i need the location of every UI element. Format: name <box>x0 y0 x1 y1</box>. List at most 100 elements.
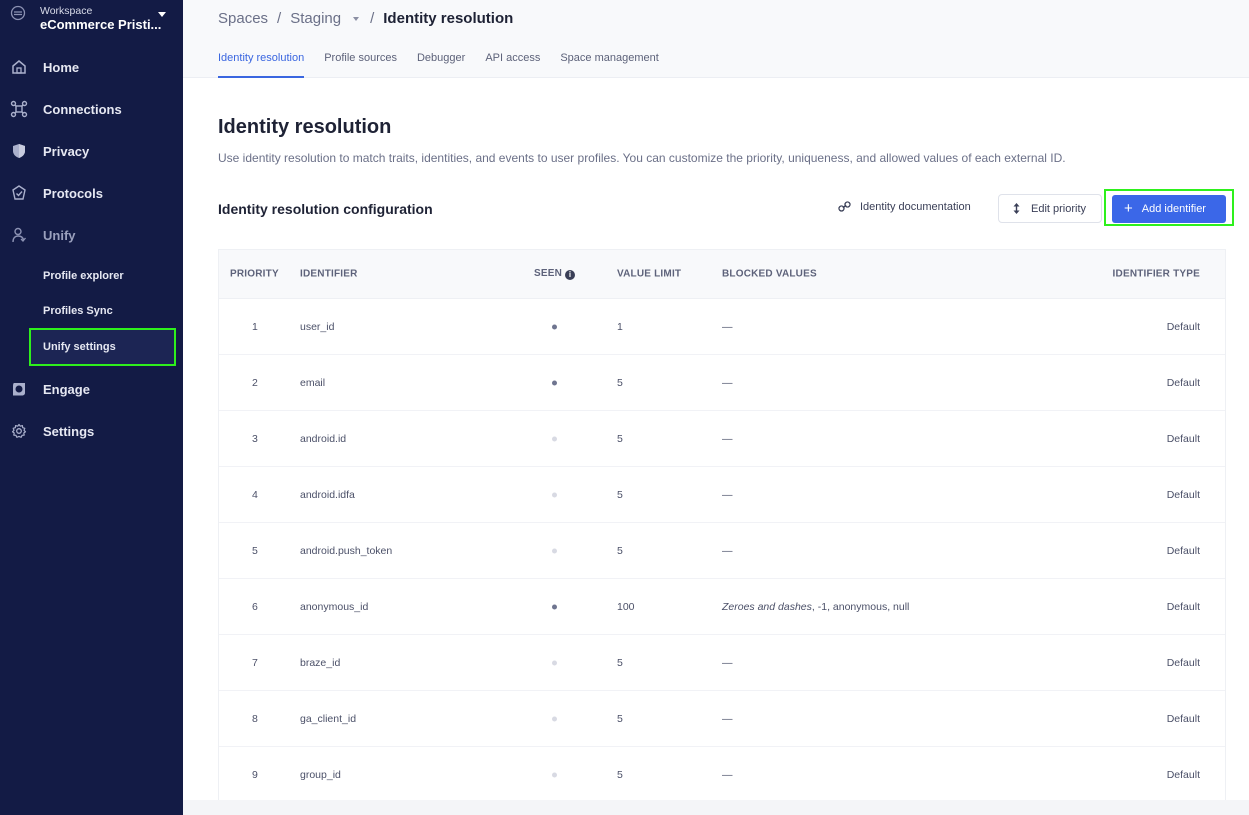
blocked-values-text: — <box>722 320 733 333</box>
link-icon <box>838 201 851 212</box>
edit-priority-button[interactable]: Edit priority <box>998 194 1102 223</box>
cell-blocked-values: — <box>722 657 733 669</box>
blocked-values-text: — <box>722 544 733 557</box>
connections-icon <box>10 100 28 118</box>
page-description: Use identity resolution to match traits,… <box>218 151 1066 165</box>
header-priority[interactable]: PRIORITY <box>230 269 279 280</box>
sidebar-subitem-unify-settings[interactable]: Unify settings <box>29 328 176 366</box>
person-icon <box>10 226 28 244</box>
sidebar-item-protocols[interactable]: Protocols <box>0 175 183 211</box>
workspace-logo-icon <box>10 5 26 21</box>
cell-priority: 2 <box>252 376 258 389</box>
add-identifier-button[interactable]: + Add identifier <box>1112 195 1226 223</box>
cell-value-limit: 5 <box>617 488 623 501</box>
tab-api-access[interactable]: API access <box>485 52 540 78</box>
sidebar-item-settings[interactable]: Settings <box>0 413 183 449</box>
caret-down-icon[interactable] <box>353 16 360 21</box>
cell-value-limit: 5 <box>617 544 623 557</box>
header-identifier-type[interactable]: IDENTIFIER TYPE <box>1113 269 1200 280</box>
cell-identifier-type: Default <box>1166 544 1200 557</box>
edit-priority-label: Edit priority <box>1031 202 1087 215</box>
info-icon[interactable]: i <box>565 270 576 280</box>
workspace-switcher[interactable]: Workspace eCommerce Pristi... <box>0 0 183 40</box>
seen-indicator-icon <box>552 604 557 609</box>
cell-priority: 9 <box>252 768 258 781</box>
table-row[interactable]: 2 email 5 — Default <box>219 355 1225 411</box>
breadcrumb-staging[interactable]: Staging <box>290 10 341 27</box>
header-value-limit[interactable]: VALUE LIMIT <box>617 269 681 280</box>
gear-icon <box>10 422 28 440</box>
cell-identifier: ga_client_id <box>300 712 357 725</box>
cell-identifier-type: Default <box>1166 712 1200 725</box>
protocols-icon <box>10 184 28 202</box>
home-icon <box>10 58 28 76</box>
breadcrumb-separator: / <box>277 10 282 27</box>
sidebar-item-label: Unify <box>43 227 76 243</box>
cell-blocked-values: Zeroes and dashes, -1, anonymous, null <box>722 601 909 613</box>
table-row[interactable]: 7 braze_id 5 — Default <box>219 635 1225 691</box>
cell-identifier: android.id <box>300 432 347 445</box>
blocked-values-text: — <box>722 376 733 389</box>
cell-blocked-values: — <box>722 545 733 557</box>
breadcrumb-spaces[interactable]: Spaces <box>218 10 268 27</box>
sidebar-item-privacy[interactable]: Privacy <box>0 133 183 169</box>
tab-space-management[interactable]: Space management <box>560 52 658 78</box>
seen-indicator-icon <box>552 324 557 329</box>
breadcrumb: Spaces / Staging / Identity resolution <box>218 10 513 27</box>
sidebar-item-unify[interactable]: Unify <box>0 217 183 253</box>
tab-profile-sources[interactable]: Profile sources <box>324 52 397 78</box>
cell-identifier-type: Default <box>1166 320 1200 333</box>
cell-priority: 7 <box>252 656 258 669</box>
cell-identifier: android.push_token <box>300 544 393 557</box>
top-bar: Spaces / Staging / Identity resolution I… <box>183 0 1249 78</box>
seen-indicator-icon <box>552 492 557 497</box>
identifiers-table: PRIORITY IDENTIFIER SEEN i VALUE LIMIT BL… <box>218 249 1226 804</box>
header-seen[interactable]: SEEN i <box>534 268 576 280</box>
plus-icon: + <box>1124 200 1133 217</box>
table-row[interactable]: 6 anonymous_id 100 Zeroes and dashes, -1, a… <box>219 579 1225 635</box>
tab-identity-resolution[interactable]: Identity resolution <box>218 52 305 78</box>
table-row[interactable]: 1 user_id 1 — Default <box>219 299 1225 355</box>
sidebar-subitem-profile-explorer[interactable]: Profile explorer <box>0 261 183 291</box>
sidebar-item-label: Settings <box>43 423 95 439</box>
sidebar-item-connections[interactable]: Connections <box>0 91 183 127</box>
cell-identifier: email <box>300 376 326 389</box>
sidebar-item-home[interactable]: Home <box>0 49 183 85</box>
blocked-values-text: — <box>722 712 733 725</box>
table-row[interactable]: 8 ga_client_id 5 — Default <box>219 691 1225 747</box>
table-row[interactable]: 3 android.id 5 — Default <box>219 411 1225 467</box>
cell-blocked-values: — <box>722 713 733 725</box>
identity-documentation-link[interactable]: Identity documentation <box>838 200 971 213</box>
shield-icon <box>10 142 28 160</box>
sidebar-subitem-profiles-sync[interactable]: Profiles Sync <box>0 296 183 326</box>
seen-indicator-icon <box>552 380 557 385</box>
cell-value-limit: 5 <box>617 712 623 725</box>
breadcrumb-separator: / <box>370 10 375 27</box>
cell-identifier-type: Default <box>1166 488 1200 501</box>
cell-blocked-values: — <box>722 377 733 389</box>
sort-arrows-icon <box>1013 203 1020 214</box>
blocked-values-text: — <box>722 488 733 501</box>
tab-debugger[interactable]: Debugger <box>417 52 465 78</box>
blocked-values-text: , -1, anonymous, null <box>811 600 910 613</box>
cell-blocked-values: — <box>722 433 733 445</box>
header-identifier[interactable]: IDENTIFIER <box>300 269 358 280</box>
sidebar-item-engage[interactable]: Engage <box>0 371 183 407</box>
table-row[interactable]: 5 android.push_token 5 — Default <box>219 523 1225 579</box>
cell-priority: 3 <box>252 432 258 445</box>
sidebar-item-label: Protocols <box>43 185 103 201</box>
header-blocked-values[interactable]: BLOCKED VALUES <box>722 269 817 280</box>
caret-down-icon[interactable] <box>158 12 166 17</box>
add-identifier-label: Add identifier <box>1141 203 1206 215</box>
sidebar-subitem-label: Profile explorer <box>43 270 124 282</box>
table-row[interactable]: 4 android.idfa 5 — Default <box>219 467 1225 523</box>
seen-indicator-icon <box>552 660 557 665</box>
sidebar-subitem-label: Profiles Sync <box>43 305 113 317</box>
scroll-edge <box>183 800 1249 815</box>
cell-value-limit: 5 <box>617 432 623 445</box>
sidebar-subitem-label: Unify settings <box>43 341 116 353</box>
workspace-label: Workspace <box>40 5 93 17</box>
tab-bar: Identity resolution Profile sources Debu… <box>218 52 679 78</box>
cell-value-limit: 100 <box>617 600 635 613</box>
table-row[interactable]: 9 group_id 5 — Default <box>219 747 1225 803</box>
